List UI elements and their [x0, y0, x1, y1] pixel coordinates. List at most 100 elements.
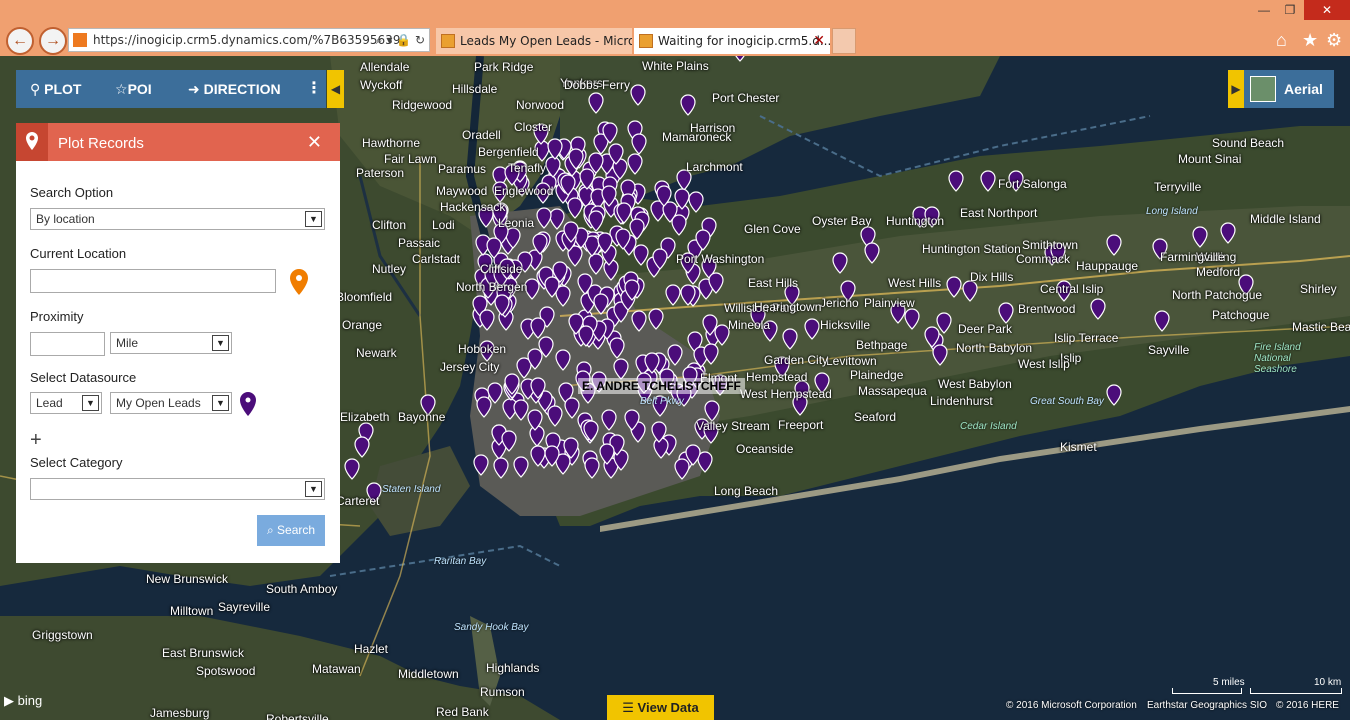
tab-close-icon[interactable]: ✕	[813, 28, 825, 54]
tab-waiting[interactable]: Waiting for inogicip.crm5.d... ✕	[634, 28, 830, 54]
map-pin[interactable]	[578, 325, 594, 347]
map-pin[interactable]	[703, 343, 719, 365]
map-pin[interactable]	[476, 396, 492, 418]
map-pin[interactable]	[564, 397, 580, 420]
map-pin[interactable]	[597, 231, 613, 254]
map-pin[interactable]	[536, 207, 552, 229]
view-select[interactable]: My Open Leads ▼	[110, 392, 232, 414]
direction-button[interactable]: ➜ DIRECTION	[188, 70, 281, 108]
map-pin[interactable]	[527, 409, 543, 432]
home-icon[interactable]: ⌂	[1276, 30, 1287, 51]
map-pin[interactable]	[513, 399, 529, 421]
map-pin[interactable]	[680, 94, 696, 116]
window-close-icon[interactable]: ✕	[1304, 0, 1350, 20]
map-pin[interactable]	[631, 133, 647, 155]
map-pin[interactable]	[946, 276, 962, 298]
map-pin[interactable]	[648, 308, 664, 330]
map-pin[interactable]	[948, 170, 964, 192]
map-pin[interactable]	[624, 409, 641, 431]
collapse-toolbar-button[interactable]: ◀	[327, 70, 344, 108]
map-pin[interactable]	[473, 453, 489, 476]
map-pin[interactable]	[832, 252, 848, 274]
entity-select[interactable]: Lead ▼	[30, 392, 102, 414]
search-option-select[interactable]: By location ▼	[30, 208, 325, 230]
map-pin[interactable]	[674, 458, 690, 481]
map-pin[interactable]	[998, 302, 1014, 324]
map-pin[interactable]	[624, 279, 640, 301]
new-tab-button[interactable]	[832, 28, 856, 54]
map-pin[interactable]	[667, 344, 684, 367]
pin-color-icon[interactable]	[238, 390, 258, 423]
map-pin[interactable]	[782, 328, 798, 350]
map-pin[interactable]	[627, 153, 643, 176]
proximity-input[interactable]	[30, 332, 105, 356]
star-icon[interactable]: ★	[1302, 30, 1318, 51]
gear-icon[interactable]: ⚙	[1326, 30, 1342, 51]
add-datasource-icon[interactable]: +	[30, 429, 42, 452]
map-pin[interactable]	[486, 237, 502, 259]
map-pin[interactable]	[592, 293, 609, 316]
map-pin[interactable]	[695, 229, 711, 251]
map-pin[interactable]	[630, 84, 646, 106]
map-pin[interactable]	[354, 436, 370, 458]
current-location-input[interactable]	[30, 269, 276, 293]
map-pin[interactable]	[584, 457, 600, 479]
map-pin[interactable]	[588, 92, 604, 114]
category-select[interactable]: ▼	[30, 478, 325, 500]
map-pin[interactable]	[602, 121, 619, 144]
map-pin[interactable]	[1192, 226, 1208, 248]
maximize-icon[interactable]: ❐	[1278, 0, 1302, 20]
back-icon[interactable]: ←	[6, 27, 34, 55]
map-pin[interactable]	[615, 202, 632, 225]
search-button[interactable]: ⌕ Search	[257, 515, 325, 546]
map-pin[interactable]	[671, 213, 687, 236]
map-pin[interactable]	[609, 337, 626, 359]
map-pin[interactable]	[559, 174, 576, 196]
map-pin[interactable]	[544, 445, 560, 467]
map-pin[interactable]	[615, 228, 631, 251]
map-pin[interactable]	[924, 326, 940, 348]
map-pin[interactable]	[582, 420, 599, 442]
map-pin[interactable]	[651, 421, 667, 443]
minimize-icon[interactable]: —	[1252, 0, 1276, 20]
map-pin[interactable]	[344, 458, 360, 480]
map-pin[interactable]	[513, 456, 529, 478]
plot-button[interactable]: ⚲ PLOT	[30, 70, 82, 108]
map-pin[interactable]	[566, 197, 583, 220]
map-pin[interactable]	[494, 294, 510, 317]
map-pin[interactable]	[732, 56, 748, 62]
map-pin[interactable]	[504, 373, 520, 395]
map-pin[interactable]	[544, 276, 560, 298]
map-pin[interactable]	[601, 185, 617, 208]
map-pin[interactable]	[579, 168, 595, 191]
map-pin[interactable]	[904, 308, 920, 330]
map-pin[interactable]	[1090, 298, 1106, 320]
map-pin[interactable]	[1106, 234, 1122, 256]
map-pin[interactable]	[588, 210, 604, 232]
map-pin[interactable]	[547, 405, 563, 427]
map-pin[interactable]	[601, 409, 617, 432]
close-icon[interactable]: ✕	[307, 123, 322, 161]
map-pin[interactable]	[1220, 222, 1236, 244]
map-pin[interactable]	[599, 443, 615, 465]
more-options-icon[interactable]: ⋮	[306, 70, 322, 108]
map-pin[interactable]	[538, 336, 554, 358]
tab-leads[interactable]: Leads My Open Leads - Micros...	[436, 28, 632, 54]
aerial-view-button[interactable]: ▶ Aerial	[1228, 70, 1334, 108]
map-pin[interactable]	[644, 352, 660, 374]
map-pin[interactable]	[529, 377, 546, 399]
map-pin[interactable]	[864, 242, 880, 264]
map-pin[interactable]	[656, 185, 672, 207]
map-pin[interactable]	[631, 310, 647, 332]
map-pin[interactable]	[680, 284, 696, 307]
map-pin[interactable]	[652, 248, 668, 270]
map-pin[interactable]	[980, 170, 996, 192]
map-pin[interactable]	[665, 284, 681, 306]
map-pin[interactable]	[563, 221, 579, 244]
map-pin[interactable]	[479, 309, 495, 331]
map-pin[interactable]	[674, 188, 690, 211]
map-pin[interactable]	[688, 191, 704, 214]
map-pin[interactable]	[530, 445, 546, 467]
map-pin[interactable]	[613, 358, 629, 381]
map-pin[interactable]	[501, 430, 517, 452]
